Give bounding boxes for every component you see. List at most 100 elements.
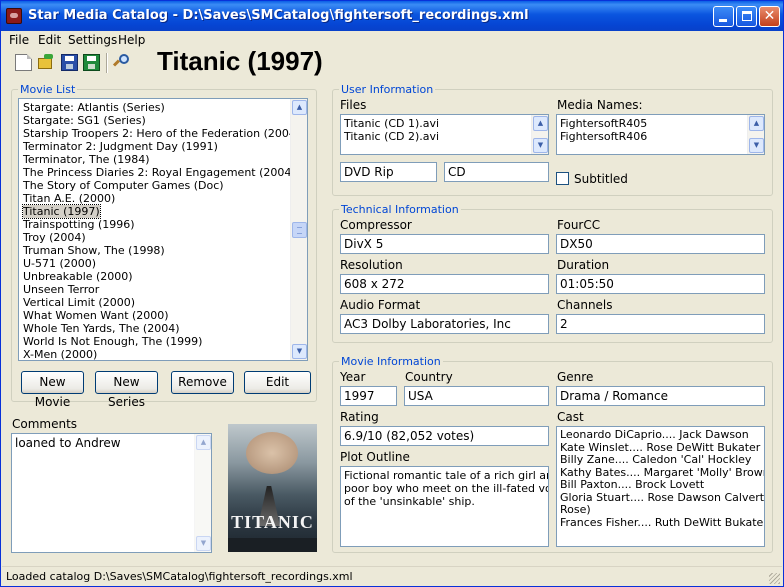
title-bar[interactable]: Star Media Catalog - D:\Saves\SMCatalog\… [1, 1, 783, 31]
movie-list-item[interactable]: Unbreakable (2000) [23, 270, 133, 283]
maximize-icon [742, 11, 752, 21]
subtitled-checkbox[interactable] [556, 172, 569, 185]
scroll-down-icon[interactable]: ▼ [749, 138, 764, 153]
movie-list-item[interactable]: Titan A.E. (2000) [23, 192, 115, 205]
media-names-list[interactable]: FightersoftR405 FightersoftR406 ▲ ▼ [556, 114, 765, 155]
search-icon[interactable] [112, 54, 130, 71]
menu-settings[interactable]: Settings [68, 33, 117, 47]
file-item[interactable]: Titanic (CD 2).avi [344, 130, 545, 143]
movie-info-legend: Movie Information [339, 355, 443, 368]
scroll-up-icon[interactable]: ▲ [292, 100, 307, 115]
resolution-label: Resolution [340, 258, 403, 272]
compressor-field[interactable]: DivX 5 [340, 234, 549, 254]
movie-list-item[interactable]: Terminator 2: Judgment Day (1991) [23, 140, 218, 153]
scroll-down-icon[interactable]: ▼ [292, 344, 307, 359]
scroll-thumb[interactable] [292, 222, 307, 238]
movie-list-item[interactable]: World Is Not Enough, The (1999) [23, 335, 202, 348]
cast-label: Cast [557, 410, 584, 424]
media-item[interactable]: FightersoftR406 [560, 130, 761, 143]
country-field[interactable]: USA [404, 386, 549, 406]
scroll-down-icon[interactable]: ▼ [196, 536, 211, 551]
comments-field[interactable]: loaned to Andrew ▲ ▼ [11, 433, 212, 553]
scroll-down-icon[interactable]: ▼ [533, 138, 548, 153]
genre-label: Genre [557, 370, 594, 384]
movie-list-item[interactable]: The Story of Computer Games (Doc) [23, 179, 224, 192]
movie-list-item[interactable]: U-571 (2000) [23, 257, 96, 270]
movie-list-item[interactable]: Trainspotting (1996) [23, 218, 135, 231]
user-info-legend: User Information [339, 83, 436, 96]
open-folder-icon[interactable] [37, 54, 54, 71]
comments-label: Comments [12, 417, 78, 431]
movie-list-item[interactable]: Whole Ten Yards, The (2004) [23, 322, 180, 335]
plot-line: poor boy who meet on the ill-fated voyag… [344, 482, 548, 495]
status-text: Loaded catalog D:\Saves\SMCatalog\fighte… [6, 570, 353, 583]
fourcc-field[interactable]: DX50 [556, 234, 765, 254]
save-as-icon[interactable] [83, 54, 100, 71]
cast-line: Bill Paxton.... Brock Lovett [560, 478, 705, 491]
scroll-up-icon[interactable]: ▲ [196, 435, 211, 450]
genre-field[interactable]: Drama / Romance [556, 386, 765, 406]
scroll-up-icon[interactable]: ▲ [533, 116, 548, 131]
resolution-field[interactable]: 608 x 272 [340, 274, 549, 294]
channels-label: Channels [557, 298, 613, 312]
new-movie-button[interactable]: New Movie [21, 371, 84, 409]
resize-grip-icon[interactable] [769, 573, 780, 584]
file-item[interactable]: Titanic (CD 1).avi [344, 117, 545, 130]
cast-line: Billy Zane.... Caledon 'Cal' Hockley [560, 453, 752, 466]
maximize-button[interactable] [736, 6, 757, 27]
year-field[interactable]: 1997 [340, 386, 397, 406]
rating-field[interactable]: 6.9/10 (82,052 votes) [340, 426, 549, 446]
menu-help[interactable]: Help [118, 33, 145, 47]
files-scrollbar[interactable]: ▲ ▼ [531, 115, 548, 154]
movie-list-item[interactable]: Stargate: Atlantis (Series) [23, 101, 165, 114]
status-bar: Loaded catalog D:\Saves\SMCatalog\fighte… [2, 566, 782, 586]
rating-label: Rating [340, 410, 379, 424]
cast-line: Rose) [560, 503, 591, 516]
new-series-button[interactable]: New Series [95, 371, 158, 409]
app-icon [6, 8, 22, 24]
media-scrollbar[interactable]: ▲ ▼ [747, 115, 764, 154]
movie-list-item[interactable]: Stargate: SG1 (Series) [23, 114, 146, 127]
movie-list-item[interactable]: X-Men (2000) [23, 348, 97, 360]
movie-list-item[interactable]: Unseen Terror [23, 283, 99, 296]
subtitled-label: Subtitled [574, 172, 628, 186]
menu-bar: File Edit Settings Help [1, 31, 783, 49]
cast-field[interactable]: Leonardo DiCaprio.... Jack Dawson Kate Wi… [556, 426, 765, 547]
media-type-field[interactable]: CD [444, 162, 549, 182]
movie-list-scrollbar[interactable]: ▲ ▼ [290, 99, 307, 360]
duration-field[interactable]: 01:05:50 [556, 274, 765, 294]
files-list[interactable]: Titanic (CD 1).avi Titanic (CD 2).avi ▲ … [340, 114, 549, 155]
movie-list-item[interactable]: Titanic (1997) [22, 204, 101, 219]
movie-list-item[interactable]: Troy (2004) [23, 231, 86, 244]
movie-list-item[interactable]: The Princess Diaries 2: Royal Engagement… [23, 166, 296, 179]
movie-list-item[interactable]: Terminator, The (1984) [23, 153, 150, 166]
audio-format-label: Audio Format [340, 298, 421, 312]
close-button[interactable]: ✕ [759, 6, 780, 27]
scroll-up-icon[interactable]: ▲ [749, 116, 764, 131]
movie-list-item[interactable]: What Women Want (2000) [23, 309, 169, 322]
app-window: Star Media Catalog - D:\Saves\SMCatalog\… [0, 0, 784, 587]
country-label: Country [405, 370, 453, 384]
menu-edit[interactable]: Edit [38, 33, 61, 47]
media-item[interactable]: FightersoftR405 [560, 117, 761, 130]
edit-button[interactable]: Edit [244, 371, 311, 394]
movie-listbox[interactable]: Stargate: Atlantis (Series) Stargate: SG1… [18, 98, 308, 361]
comments-scrollbar[interactable]: ▲ ▼ [194, 434, 211, 552]
menu-file[interactable]: File [9, 33, 29, 47]
channels-field[interactable]: 2 [556, 314, 765, 334]
movie-list-item[interactable]: Vertical Limit (2000) [23, 296, 135, 309]
save-icon[interactable] [61, 54, 78, 71]
new-file-icon[interactable] [15, 54, 32, 71]
audio-format-field[interactable]: AC3 Dolby Laboratories, Inc [340, 314, 549, 334]
duration-label: Duration [557, 258, 610, 272]
minimize-button[interactable] [713, 6, 734, 27]
comments-text: loaned to Andrew [15, 436, 121, 450]
cast-line: Frances Fisher.... Ruth DeWitt Bukater [560, 515, 765, 529]
minimize-icon [719, 19, 727, 22]
movie-list-item[interactable]: Truman Show, The (1998) [23, 244, 165, 257]
plot-outline-field[interactable]: Fictional romantic tale of a rich girl a… [340, 466, 549, 547]
source-field[interactable]: DVD Rip [340, 162, 437, 182]
remove-button[interactable]: Remove [171, 371, 234, 394]
movie-list-item[interactable]: Starship Troopers 2: Hero of the Federat… [23, 127, 300, 140]
plot-line: Fictional romantic tale of a rich girl a… [344, 469, 549, 482]
